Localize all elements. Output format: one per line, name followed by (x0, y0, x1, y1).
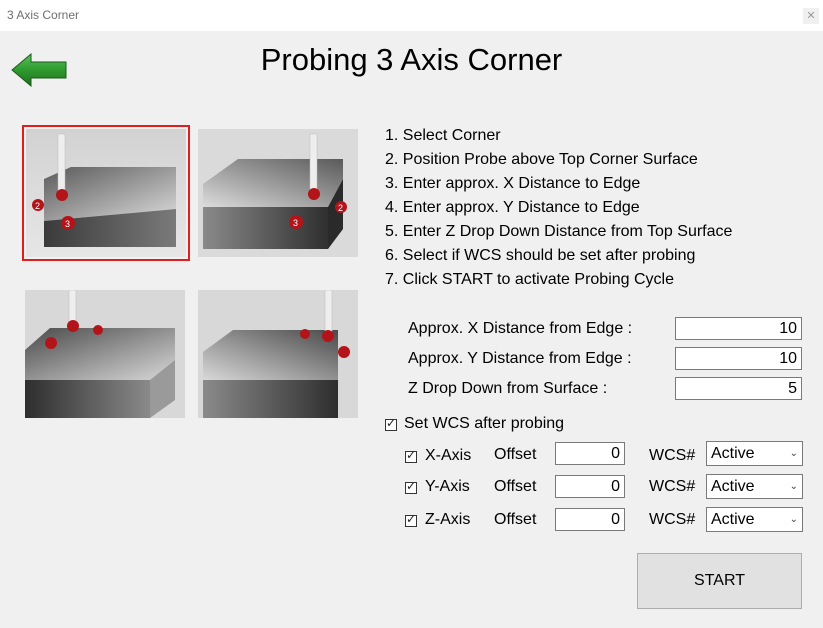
z-drop-input[interactable]: 5 (675, 377, 802, 400)
x-wcs-label: WCS# (649, 447, 696, 464)
instruction-step: 3. Enter approx. X Distance to Edge (385, 175, 641, 192)
y-distance-input[interactable]: 10 (675, 347, 802, 370)
corner-option-front-left[interactable]: 2 3 (22, 125, 190, 261)
x-offset-label: Offset (494, 446, 537, 463)
title-bar: 3 Axis Corner ✕ (0, 0, 823, 31)
z-wcs-label: WCS# (649, 511, 696, 528)
corner-option-back-right[interactable] (198, 290, 358, 418)
z-offset-label: Offset (494, 511, 537, 528)
instruction-list: 1. Select Corner 2. Position Probe above… (385, 126, 732, 294)
x-distance-label: Approx. X Distance from Edge : (408, 320, 633, 337)
set-wcs-label: Set WCS after probing (404, 415, 565, 432)
z-wcs-select[interactable]: Active ⌄ (706, 507, 803, 532)
corner-option-front-right[interactable]: 2 3 (198, 129, 358, 257)
start-button[interactable]: START (637, 553, 802, 609)
chevron-down-icon: ⌄ (789, 481, 798, 492)
chevron-down-icon: ⌄ (789, 514, 798, 525)
x-axis-checkbox[interactable] (405, 448, 417, 463)
z-wcs-value: Active (711, 511, 755, 528)
z-drop-label: Z Drop Down from Surface : (408, 380, 608, 397)
x-distance-input[interactable]: 10 (675, 317, 802, 340)
y-wcs-value: Active (711, 478, 755, 495)
instruction-step: 6. Select if WCS should be set after pro… (385, 247, 696, 264)
svg-text:2: 2 (35, 201, 40, 211)
x-wcs-value: Active (711, 445, 755, 462)
instruction-step: 1. Select Corner (385, 127, 501, 144)
window-title: 3 Axis Corner (7, 8, 80, 22)
close-icon[interactable]: ✕ (803, 8, 819, 24)
z-offset-input[interactable]: 0 (555, 508, 625, 531)
y-wcs-select[interactable]: Active ⌄ (706, 474, 803, 499)
instruction-step: 4. Enter approx. Y Distance to Edge (385, 199, 640, 216)
svg-text:3: 3 (65, 219, 70, 229)
x-wcs-select[interactable]: Active ⌄ (706, 441, 803, 466)
y-distance-label: Approx. Y Distance from Edge : (408, 350, 632, 367)
svg-text:3: 3 (293, 218, 298, 228)
y-wcs-label: WCS# (649, 478, 696, 495)
instruction-step: 2. Position Probe above Top Corner Surfa… (385, 151, 698, 168)
page-title: Probing 3 Axis Corner (260, 42, 563, 77)
set-wcs-checkbox[interactable] (385, 416, 397, 431)
y-axis-checkbox[interactable] (405, 479, 417, 494)
z-axis-label: Z-Axis (425, 511, 471, 528)
instruction-step: 7. Click START to activate Probing Cycle (385, 271, 674, 288)
y-offset-label: Offset (494, 478, 537, 495)
chevron-down-icon: ⌄ (789, 448, 798, 459)
z-axis-checkbox[interactable] (405, 512, 417, 527)
svg-text:2: 2 (338, 203, 343, 213)
x-axis-label: X-Axis (425, 447, 472, 464)
corner-option-back-left[interactable] (25, 290, 185, 418)
y-offset-input[interactable]: 0 (555, 475, 625, 498)
instruction-step: 5. Enter Z Drop Down Distance from Top S… (385, 223, 733, 240)
x-offset-input[interactable]: 0 (555, 442, 625, 465)
y-axis-label: Y-Axis (425, 478, 470, 495)
